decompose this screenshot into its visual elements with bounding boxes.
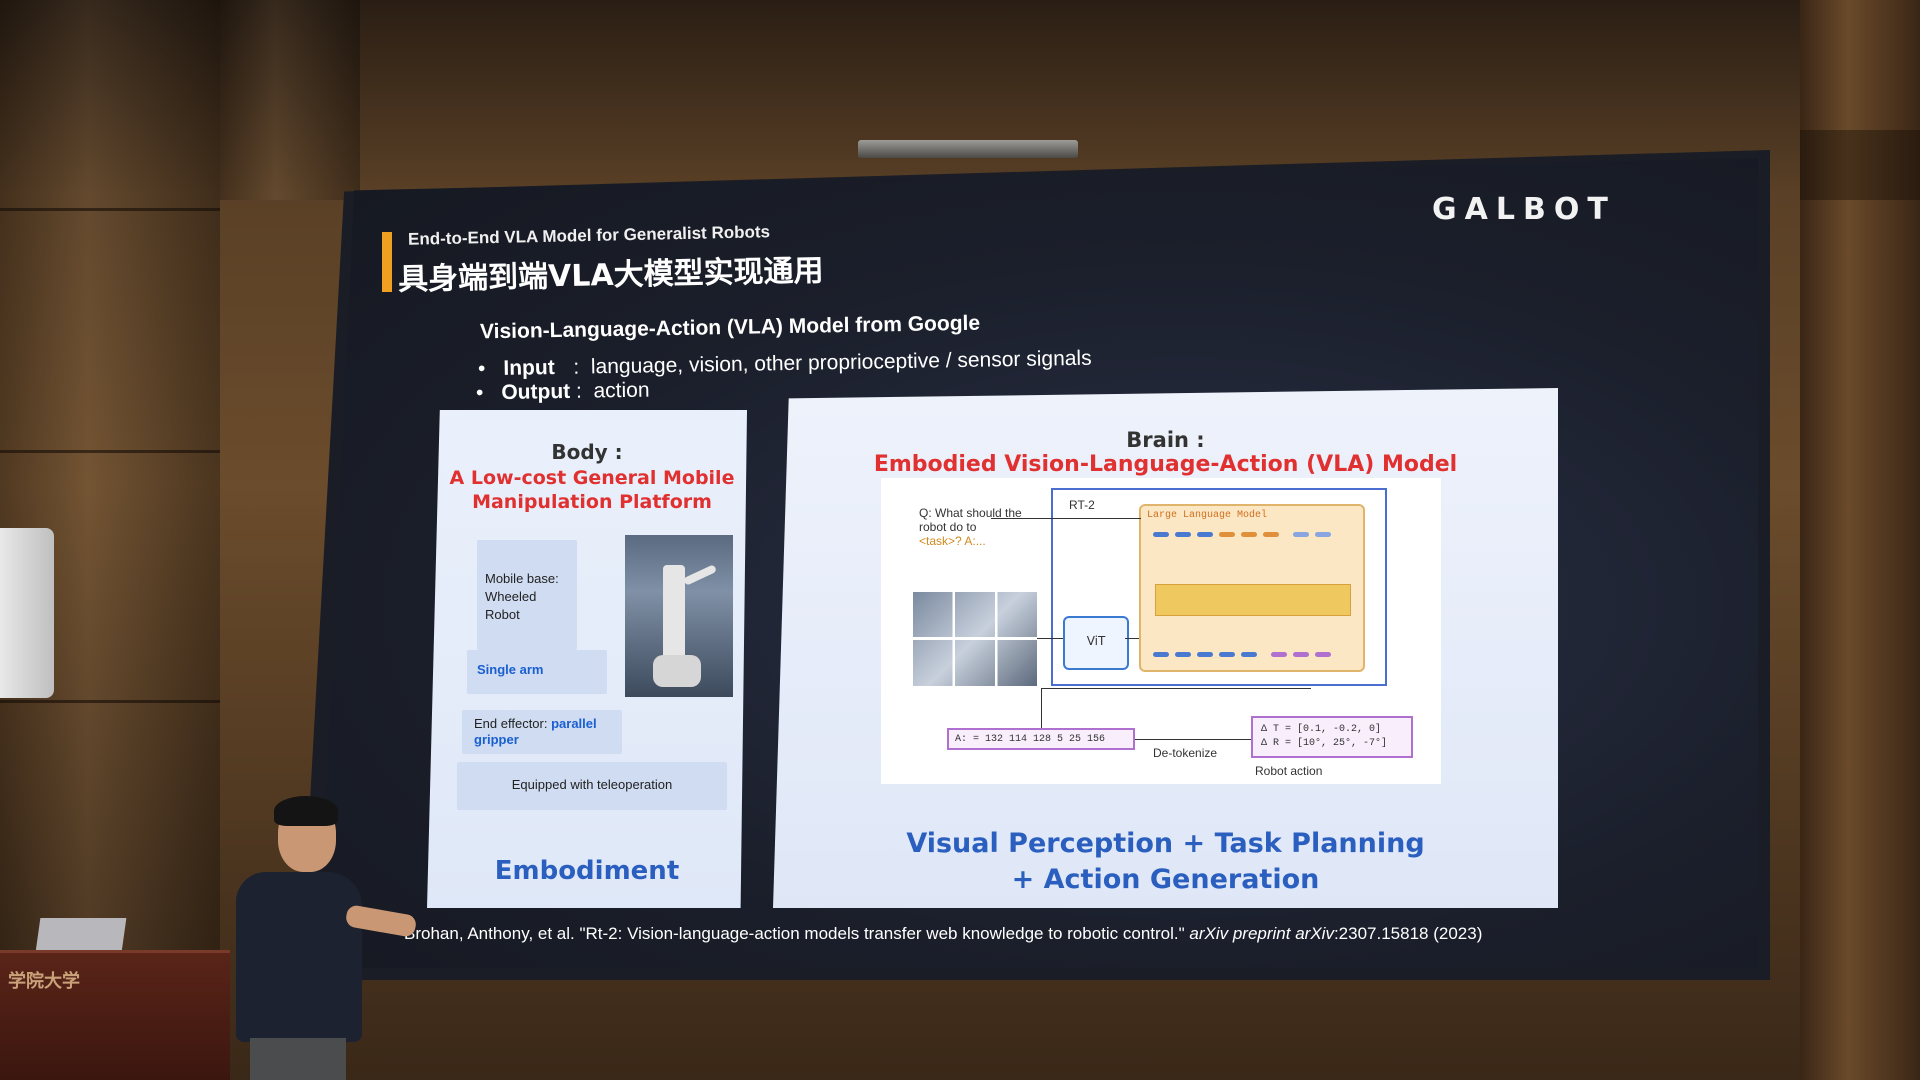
- llm-layer-bar: [1155, 584, 1351, 616]
- ceiling-projector: [858, 140, 1078, 158]
- brain-heading: Brain :: [1126, 428, 1205, 452]
- citation: Brohan, Anthony, et al. "Rt-2: Vision-la…: [404, 924, 1482, 944]
- wall-speaker: [0, 528, 54, 698]
- arrow-to-action: [1041, 688, 1042, 728]
- output-token: [1315, 652, 1331, 657]
- bullet-dot: •: [475, 381, 484, 405]
- robot-base: [653, 655, 701, 687]
- input-token: [1315, 532, 1331, 537]
- teleoperation-box: Equipped with teleoperation: [457, 762, 727, 810]
- embodiment-label: Embodiment: [494, 856, 680, 886]
- end-effector-box: End effector: parallel gripper: [462, 710, 622, 754]
- body-subtitle: A Low-cost General Mobile Manipulation P…: [449, 467, 735, 513]
- output-token: [1197, 652, 1213, 657]
- delta-r: Δ R = [10°, 25°, -7°]: [1261, 738, 1388, 749]
- robot-action-box: Δ T = [0.1, -0.2, 0] Δ R = [10°, 25°, -7…: [1251, 716, 1413, 758]
- diagram-question: Q: What should the robot do to: [919, 506, 1022, 534]
- speaker-person: [236, 796, 418, 1080]
- brain-subtitle: Embodied Vision-Language-Action (VLA) Mo…: [873, 452, 1458, 477]
- arrow-vit-to-llm: [1125, 638, 1139, 639]
- speaker-hair: [274, 796, 338, 826]
- brain-footer-line1: Visual Perception + Task Planning: [906, 828, 1425, 859]
- bullet-value: action: [593, 378, 650, 403]
- podium: 学院大学: [0, 950, 230, 1080]
- wall-seam: [0, 450, 220, 453]
- input-token: [1197, 532, 1213, 537]
- laptop: [35, 918, 127, 952]
- output-token: [1241, 652, 1257, 657]
- delta-t: Δ T = [0.1, -0.2, 0]: [1261, 724, 1382, 735]
- vit-label: ViT: [1086, 634, 1106, 648]
- lecture-hall-scene: GALBOT End-to-End VLA Model for Generali…: [0, 0, 1920, 1080]
- robot-arm: [682, 564, 718, 586]
- body-heading: Body :: [551, 440, 623, 464]
- output-token: [1271, 652, 1287, 657]
- input-token: [1293, 532, 1309, 537]
- llm-box: Large Language Model: [1139, 504, 1365, 672]
- arrow-llm-output: [1041, 688, 1311, 689]
- brain-card: Brain : Embodied Vision-Language-Action …: [773, 388, 1558, 908]
- input-token: [1263, 532, 1279, 537]
- title-accent-bar: [382, 232, 392, 292]
- output-token: [1175, 652, 1191, 657]
- bullet-dot: •: [477, 357, 486, 381]
- wall-seam: [0, 700, 220, 703]
- arrow-image-to-vit: [1037, 638, 1063, 639]
- arrow-detokenize: [1135, 739, 1251, 740]
- slide-title-chinese: 具身端到端VLA大模型实现通用: [397, 253, 824, 298]
- input-token: [1153, 532, 1169, 537]
- bullet-separator: :: [573, 355, 580, 379]
- rt2-diagram: Q: What should the robot do to <task>? A…: [881, 478, 1441, 784]
- bullet-key: Output: [501, 379, 571, 405]
- camera-images: [913, 592, 1037, 686]
- robot-photo: [625, 535, 733, 697]
- citation-venue: arXiv preprint arXiv: [1189, 924, 1334, 943]
- speaker-legs: [250, 1038, 346, 1080]
- rt2-label: RT-2: [1069, 498, 1095, 512]
- brain-footer-line2: + Action Generation: [1011, 864, 1320, 895]
- vit-box: ViT: [1063, 616, 1129, 670]
- output-token: [1293, 652, 1309, 657]
- wall-seam: [0, 208, 220, 211]
- diagram-task: <task>? A:...: [919, 534, 986, 548]
- mobile-base-box: Mobile base: Wheeled Robot: [477, 540, 577, 650]
- input-token: [1175, 532, 1191, 537]
- llm-label: Large Language Model: [1147, 510, 1268, 521]
- single-arm-box: Single arm: [467, 650, 607, 694]
- wall-seam-right: [1800, 130, 1920, 200]
- input-token: [1241, 532, 1257, 537]
- output-token: [1153, 652, 1169, 657]
- bullet-output: • Output : action: [476, 378, 650, 405]
- effector-prefix: End effector:: [474, 716, 552, 731]
- bullet-key: Input: [503, 356, 555, 380]
- citation-main: Brohan, Anthony, et al. "Rt-2: Vision-la…: [404, 924, 1190, 943]
- robot-action-label: Robot action: [1255, 764, 1323, 778]
- action-tokens-box: A: = 132 114 128 5 25 156: [947, 728, 1135, 750]
- body-card: Body : A Low-cost General Mobile Manipul…: [427, 410, 747, 908]
- wall-panel-left-top: [220, 0, 360, 200]
- citation-tail: :2307.15818 (2023): [1333, 924, 1483, 943]
- podium-text: 学院大学: [8, 971, 80, 992]
- input-token: [1219, 532, 1235, 537]
- galbot-logo: GALBOT: [1432, 192, 1616, 227]
- detokenize-label: De-tokenize: [1153, 746, 1218, 760]
- output-token: [1219, 652, 1235, 657]
- speaker-shirt: [236, 872, 362, 1042]
- arrow-question-to-llm: [991, 518, 1141, 519]
- bullet-separator: :: [575, 379, 583, 403]
